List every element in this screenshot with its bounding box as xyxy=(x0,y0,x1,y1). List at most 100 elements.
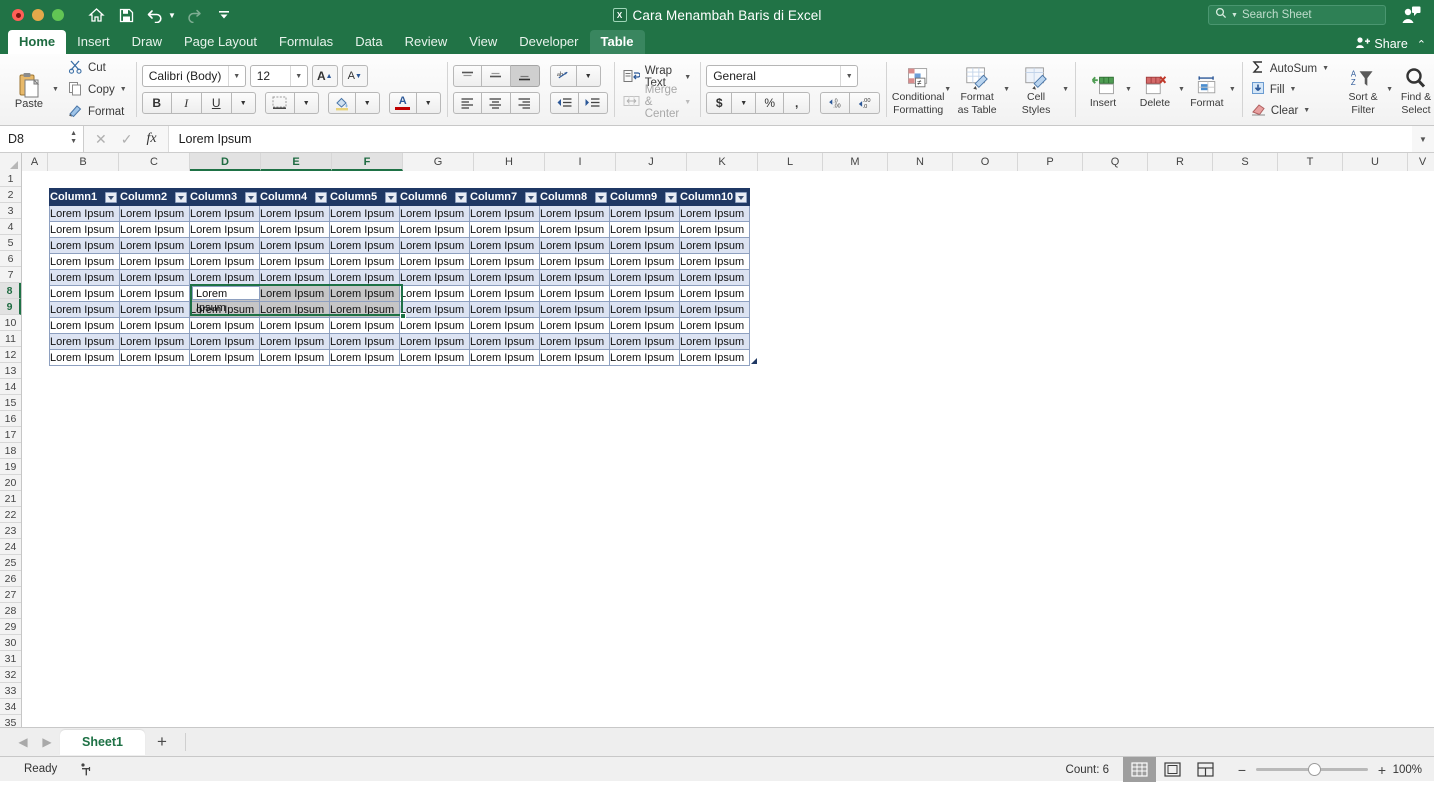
tab-insert[interactable]: Insert xyxy=(66,30,121,54)
table-cell[interactable]: Lorem Ipsum xyxy=(329,253,400,270)
page-break-view-button[interactable] xyxy=(1189,757,1222,782)
row-header-16[interactable]: 16 xyxy=(0,411,21,427)
table-cell[interactable]: Lorem Ipsum xyxy=(49,285,120,302)
font-color-dropdown-icon[interactable]: ▼ xyxy=(416,92,441,114)
row-header-4[interactable]: 4 xyxy=(0,219,21,235)
row-header-13[interactable]: 13 xyxy=(0,363,21,379)
name-box[interactable]: D8 ▲ ▼ xyxy=(0,126,84,152)
column-header-G[interactable]: G xyxy=(403,153,474,171)
filter-dropdown-icon[interactable] xyxy=(525,192,537,203)
column-header-I[interactable]: I xyxy=(545,153,616,171)
table-cell[interactable]: Lorem Ipsum xyxy=(609,221,680,238)
maximize-window-button[interactable] xyxy=(52,9,64,21)
table-cell[interactable]: Lorem Ipsum xyxy=(679,269,750,286)
table-cell[interactable]: Lorem Ipsum xyxy=(399,269,470,286)
table-cell[interactable]: Lorem Ipsum xyxy=(679,253,750,270)
column-header-H[interactable]: H xyxy=(474,153,545,171)
sheet-tab-sheet1[interactable]: Sheet1 xyxy=(60,729,145,755)
prev-sheet-icon[interactable]: ◀ xyxy=(12,735,34,749)
table-cell[interactable]: Lorem Ipsum xyxy=(329,349,400,366)
tab-review[interactable]: Review xyxy=(394,30,459,54)
column-header-K[interactable]: K xyxy=(687,153,758,171)
table-cell[interactable]: Lorem Ipsum xyxy=(399,237,470,254)
insert-dropdown-icon[interactable]: ▼ xyxy=(1125,86,1132,93)
column-header-P[interactable]: P xyxy=(1018,153,1083,171)
table-cell[interactable]: Lorem Ipsum xyxy=(399,317,470,334)
tab-page-layout[interactable]: Page Layout xyxy=(173,30,268,54)
table-cell[interactable]: Lorem Ipsum xyxy=(539,285,610,302)
table-cell[interactable]: Lorem Ipsum xyxy=(119,317,190,334)
table-cell[interactable]: Lorem Ipsum xyxy=(679,301,750,318)
table-cell[interactable]: Lorem Ipsum xyxy=(259,301,330,318)
save-icon[interactable] xyxy=(112,2,140,28)
table-cell[interactable]: Lorem Ipsum xyxy=(679,333,750,350)
number-format-combo[interactable]: General ▼ xyxy=(706,65,859,87)
align-center-icon[interactable] xyxy=(481,92,511,114)
table-cell[interactable]: Lorem Ipsum xyxy=(329,317,400,334)
table-cell[interactable]: Lorem Ipsum xyxy=(329,301,400,318)
row-header-9[interactable]: 9 xyxy=(0,299,21,315)
delete-cells-button[interactable]: Delete xyxy=(1132,69,1178,110)
table-cell[interactable]: Lorem Ipsum xyxy=(469,333,540,350)
undo-dropdown-icon[interactable]: ▼ xyxy=(168,11,176,20)
table-cell[interactable]: Lorem Ipsum xyxy=(469,349,540,366)
filter-dropdown-icon[interactable] xyxy=(245,192,257,203)
table-cell[interactable]: Lorem Ipsum xyxy=(609,317,680,334)
name-box-spinner[interactable]: ▲ ▼ xyxy=(70,130,77,145)
table-cell[interactable]: Lorem Ipsum xyxy=(119,349,190,366)
find-select-button[interactable]: Find & Select xyxy=(1393,63,1434,116)
table-cell[interactable]: Lorem Ipsum xyxy=(189,253,260,270)
table-cell[interactable]: Lorem Ipsum xyxy=(679,349,750,366)
column-header-F[interactable]: F xyxy=(332,153,403,171)
filter-dropdown-icon[interactable] xyxy=(595,192,607,203)
conditional-formatting-button[interactable]: ≠ Conditional Formatting xyxy=(892,63,944,116)
search-input[interactable] xyxy=(1241,9,1382,21)
underline-button[interactable]: U xyxy=(201,92,232,114)
tab-draw[interactable]: Draw xyxy=(121,30,173,54)
row-header-19[interactable]: 19 xyxy=(0,459,21,475)
table-column-header[interactable]: Column2 xyxy=(119,188,190,206)
next-sheet-icon[interactable]: ▶ xyxy=(36,735,58,749)
filter-dropdown-icon[interactable] xyxy=(665,192,677,203)
table-cell[interactable]: Lorem Ipsum xyxy=(329,205,400,222)
format-cells-button[interactable]: Format xyxy=(1185,69,1229,110)
table-cell[interactable]: Lorem Ipsum xyxy=(469,237,540,254)
table-cell[interactable]: Lorem Ipsum xyxy=(189,317,260,334)
row-header-27[interactable]: 27 xyxy=(0,587,21,603)
table-cell[interactable]: Lorem Ipsum xyxy=(49,333,120,350)
table-cell[interactable]: Lorem Ipsum xyxy=(679,317,750,334)
column-header-T[interactable]: T xyxy=(1278,153,1343,171)
delete-dropdown-icon[interactable]: ▼ xyxy=(1178,86,1185,93)
table-cell[interactable]: Lorem Ipsum xyxy=(119,269,190,286)
fill-handle[interactable] xyxy=(400,313,406,319)
font-family-combo[interactable]: Calibri (Body) ▼ xyxy=(141,65,246,87)
table-cell[interactable]: Lorem Ipsum xyxy=(679,285,750,302)
cell-styles-button[interactable]: Cell Styles xyxy=(1010,63,1062,116)
zoom-in-button[interactable]: + xyxy=(1376,762,1388,778)
row-header-35[interactable]: 35 xyxy=(0,715,21,727)
increase-decimal-icon[interactable]: .0.00 xyxy=(820,92,851,114)
tab-view[interactable]: View xyxy=(458,30,508,54)
table-cell[interactable]: Lorem Ipsum xyxy=(609,253,680,270)
align-right-icon[interactable] xyxy=(510,92,540,114)
table-cell[interactable]: Lorem Ipsum xyxy=(119,301,190,318)
table-cell[interactable]: Lorem Ipsum xyxy=(259,237,330,254)
insert-function-icon[interactable]: fx xyxy=(146,131,156,147)
accessibility-icon[interactable] xyxy=(79,762,94,777)
table-cell[interactable]: Lorem Ipsum xyxy=(119,221,190,238)
format-as-table-dropdown-icon[interactable]: ▼ xyxy=(1003,86,1010,93)
format-as-table-button[interactable]: Format as Table xyxy=(951,63,1003,116)
table-cell[interactable]: Lorem Ipsum xyxy=(609,333,680,350)
table-cell[interactable]: Lorem Ipsum xyxy=(119,237,190,254)
column-header-O[interactable]: O xyxy=(953,153,1018,171)
table-cell[interactable]: Lorem Ipsum xyxy=(329,237,400,254)
row-header-14[interactable]: 14 xyxy=(0,379,21,395)
copy-button[interactable]: Copy ▼ xyxy=(65,80,130,99)
table-cell[interactable]: Lorem Ipsum xyxy=(49,301,120,318)
column-header-L[interactable]: L xyxy=(758,153,823,171)
copy-dropdown-icon[interactable]: ▼ xyxy=(120,86,127,93)
table-cell[interactable]: Lorem Ipsum xyxy=(259,269,330,286)
row-header-24[interactable]: 24 xyxy=(0,539,21,555)
paste-button[interactable]: Paste xyxy=(6,69,52,110)
table-cell[interactable]: Lorem Ipsum xyxy=(539,205,610,222)
